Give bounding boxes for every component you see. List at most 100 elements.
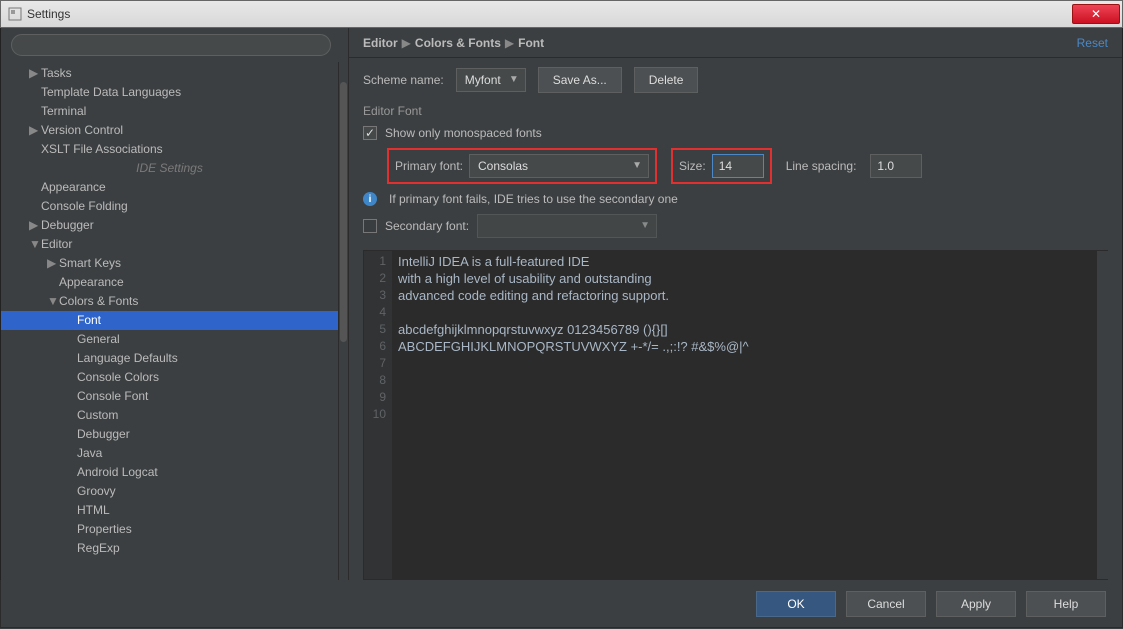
- line-number: 5: [364, 321, 386, 338]
- tree-item-label: Java: [77, 446, 102, 460]
- tree-item[interactable]: Font: [1, 311, 338, 330]
- tree-item-label: Appearance: [41, 180, 106, 194]
- tree-item-label: Template Data Languages: [41, 85, 181, 99]
- tree-item-label: Editor: [41, 237, 72, 251]
- preview-scrollbar[interactable]: [1096, 251, 1108, 579]
- tree-item[interactable]: Custom: [1, 406, 338, 425]
- crumb-colors[interactable]: Colors & Fonts: [415, 36, 501, 50]
- tree-item[interactable]: XSLT File Associations: [1, 140, 338, 159]
- tree-item-label: Debugger: [41, 218, 94, 232]
- tree-item-label: Console Font: [77, 389, 148, 403]
- line-spacing-input[interactable]: [870, 154, 922, 178]
- secondary-font-select[interactable]: ▼: [477, 214, 657, 238]
- delete-button[interactable]: Delete: [634, 67, 699, 93]
- tree-item[interactable]: ▶Version Control: [1, 121, 338, 140]
- tree-item-label: Colors & Fonts: [59, 294, 138, 308]
- editor-font-group: Editor Font: [349, 102, 1122, 122]
- tree-arrow-icon: ▶: [29, 121, 41, 140]
- tree-item-label: General: [77, 332, 120, 346]
- tree-item[interactable]: Language Defaults: [1, 349, 338, 368]
- window-title: Settings: [27, 7, 70, 21]
- tree-item[interactable]: ▶Smart Keys: [1, 254, 338, 273]
- line-number: 3: [364, 287, 386, 304]
- tree-item[interactable]: Terminal: [1, 102, 338, 121]
- settings-tree[interactable]: ▶TasksTemplate Data LanguagesTerminal▶Ve…: [1, 62, 338, 558]
- ok-button[interactable]: OK: [756, 591, 836, 617]
- close-icon: ✕: [1091, 7, 1101, 21]
- line-number: 9: [364, 389, 386, 406]
- tree-item[interactable]: Android Logcat: [1, 463, 338, 482]
- chevron-right-icon: ▶: [402, 36, 411, 50]
- tree-item[interactable]: Java: [1, 444, 338, 463]
- secondary-checkbox[interactable]: [363, 219, 377, 233]
- tree-item[interactable]: HTML: [1, 501, 338, 520]
- reset-link[interactable]: Reset: [1077, 36, 1108, 50]
- line-number: 7: [364, 355, 386, 372]
- tree-item[interactable]: ▼Editor: [1, 235, 338, 254]
- line-number: 10: [364, 406, 386, 423]
- app-icon: [7, 6, 23, 22]
- tree-item[interactable]: ▼Colors & Fonts: [1, 292, 338, 311]
- tree-item[interactable]: Properties: [1, 520, 338, 539]
- size-label: Size:: [679, 159, 706, 173]
- save-as-button[interactable]: Save As...: [538, 67, 622, 93]
- tree-item[interactable]: ▶Tasks: [1, 64, 338, 83]
- primary-font-select[interactable]: Consolas ▼: [469, 154, 649, 178]
- tree-item[interactable]: Console Font: [1, 387, 338, 406]
- preview-code[interactable]: IntelliJ IDEA is a full-featured IDE wit…: [392, 251, 1107, 579]
- tree-item-label: RegExp: [77, 541, 120, 555]
- apply-button[interactable]: Apply: [936, 591, 1016, 617]
- tree-item-label: HTML: [77, 503, 110, 517]
- search-input[interactable]: [11, 34, 331, 56]
- tree-item[interactable]: Console Colors: [1, 368, 338, 387]
- primary-font-value: Consolas: [478, 159, 528, 173]
- tree-item-label: Terminal: [41, 104, 86, 118]
- content: 🔍 ▶TasksTemplate Data LanguagesTerminal▶…: [0, 28, 1123, 580]
- tree-item[interactable]: Groovy: [1, 482, 338, 501]
- help-button[interactable]: Help: [1026, 591, 1106, 617]
- tree-item-label: Smart Keys: [59, 256, 121, 270]
- close-button[interactable]: ✕: [1072, 4, 1120, 24]
- tree-item-label: Version Control: [41, 123, 123, 137]
- tree-item-label: Appearance: [59, 275, 124, 289]
- scheme-label: Scheme name:: [363, 73, 444, 87]
- tree-item[interactable]: General: [1, 330, 338, 349]
- tree-item-label: Groovy: [77, 484, 116, 498]
- gutter: 12345678910: [364, 251, 392, 579]
- tree-arrow-icon: ▶: [29, 216, 41, 235]
- font-preview: 12345678910 IntelliJ IDEA is a full-feat…: [363, 250, 1108, 580]
- tree-item[interactable]: Debugger: [1, 425, 338, 444]
- crumb-editor[interactable]: Editor: [363, 36, 398, 50]
- chevron-right-icon: ▶: [505, 36, 514, 50]
- tree-item-label: XSLT File Associations: [41, 142, 163, 156]
- tree-item-label: Android Logcat: [77, 465, 158, 479]
- mono-checkbox[interactable]: ✓: [363, 126, 377, 140]
- size-input[interactable]: [712, 154, 764, 178]
- line-number: 1: [364, 253, 386, 270]
- tree-item-label: Console Folding: [41, 199, 128, 213]
- tree-item[interactable]: Appearance: [1, 273, 338, 292]
- tree-item-label: Console Colors: [77, 370, 159, 384]
- tree-arrow-icon: ▼: [29, 235, 41, 254]
- tree-item[interactable]: ▶Debugger: [1, 216, 338, 235]
- secondary-label: Secondary font:: [385, 219, 469, 233]
- tree-item-label: Debugger: [77, 427, 130, 441]
- tree-item[interactable]: Appearance: [1, 178, 338, 197]
- tree-item-label: Properties: [77, 522, 132, 536]
- main-panel: Editor ▶ Colors & Fonts ▶ Font Reset Sch…: [349, 28, 1122, 580]
- tree-arrow-icon: ▶: [29, 64, 41, 83]
- cancel-button[interactable]: Cancel: [846, 591, 926, 617]
- tree-item[interactable]: Template Data Languages: [1, 83, 338, 102]
- scheme-value: Myfont: [465, 73, 501, 87]
- size-highlight: Size:: [671, 148, 772, 184]
- tree-item[interactable]: Console Folding: [1, 197, 338, 216]
- breadcrumb: Editor ▶ Colors & Fonts ▶ Font Reset: [349, 28, 1122, 58]
- tree-item[interactable]: RegExp: [1, 539, 338, 558]
- chevron-down-icon: ▼: [509, 74, 519, 85]
- sidebar-scrollbar[interactable]: [338, 62, 348, 580]
- line-number: 6: [364, 338, 386, 355]
- line-number: 4: [364, 304, 386, 321]
- footer: OK Cancel Apply Help: [0, 580, 1123, 628]
- scheme-select[interactable]: Myfont ▼: [456, 68, 526, 92]
- primary-font-highlight: Primary font: Consolas ▼: [387, 148, 657, 184]
